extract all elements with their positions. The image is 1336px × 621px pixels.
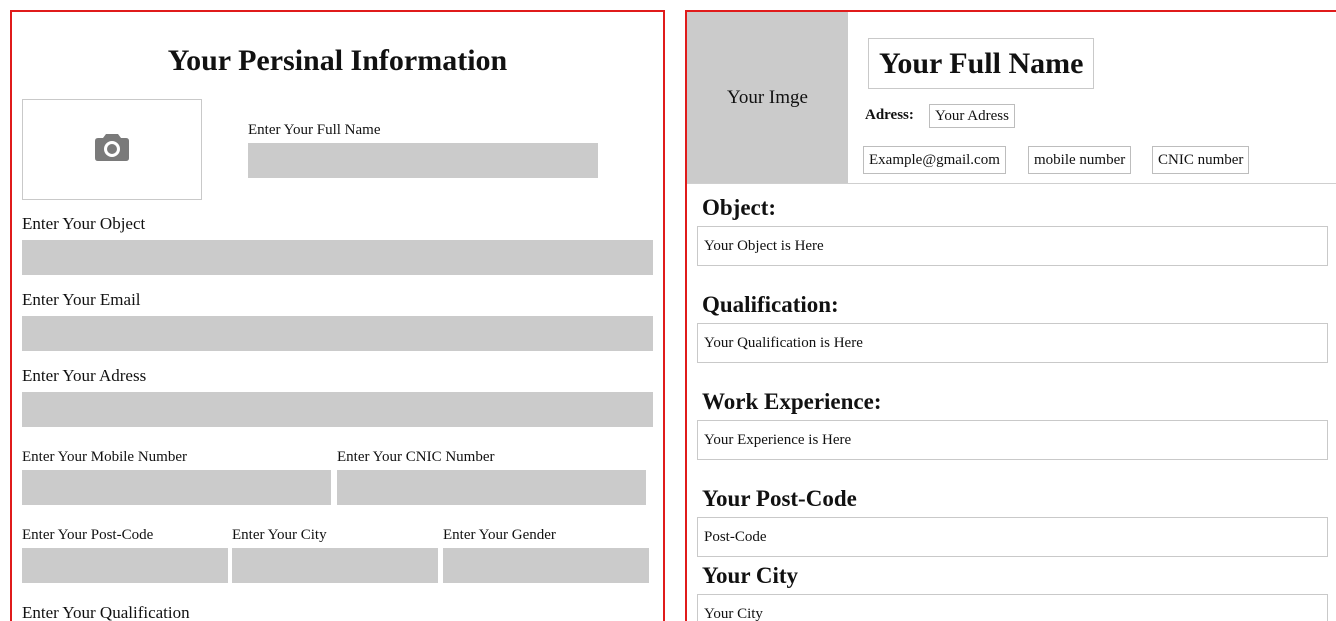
email-input[interactable] xyxy=(22,316,653,351)
cv-cnic: CNIC number xyxy=(1152,146,1250,174)
form-title: Your Persinal Information xyxy=(167,44,508,77)
cv-mobile: mobile number xyxy=(1028,146,1132,174)
mobile-input[interactable] xyxy=(22,470,331,505)
qualification-label: Enter Your Qualification xyxy=(22,603,190,621)
cv-preview: Your Imge Your Full Name Adress: Your Ad… xyxy=(685,10,1336,621)
cv-full-name: Your Full Name xyxy=(868,38,1095,89)
section-title-work-experience: Work Experience: xyxy=(702,389,882,414)
object-label: Enter Your Object xyxy=(22,214,146,233)
city-input[interactable] xyxy=(232,548,438,583)
full-name-label: Enter Your Full Name xyxy=(248,122,381,138)
adress-label: Enter Your Adress xyxy=(22,366,147,385)
section-content-work-experience: Your Experience is Here xyxy=(697,420,1328,460)
cv-header-divider xyxy=(687,183,1336,184)
section-content-city: Your City xyxy=(697,594,1328,621)
post-code-label: Enter Your Post-Code xyxy=(22,527,154,543)
adress-input[interactable] xyxy=(22,392,653,427)
gender-input[interactable] xyxy=(443,548,649,583)
cv-adress-label: Adress: xyxy=(865,107,914,123)
email-label: Enter Your Email xyxy=(22,290,141,309)
section-title-object: Object: xyxy=(702,195,777,220)
cv-image-placeholder: Your Imge xyxy=(687,12,848,183)
photo-upload[interactable] xyxy=(22,99,202,200)
city-label: Enter Your City xyxy=(232,527,327,543)
cnic-input[interactable] xyxy=(337,470,646,505)
post-code-input[interactable] xyxy=(22,548,228,583)
gender-label: Enter Your Gender xyxy=(443,527,556,543)
mobile-label: Enter Your Mobile Number xyxy=(22,449,187,465)
section-content-object: Your Object is Here xyxy=(697,226,1328,266)
cnic-label: Enter Your CNIC Number xyxy=(337,449,495,465)
section-title-qualification: Qualification: xyxy=(702,292,839,317)
camera-icon xyxy=(94,132,130,167)
section-title-city: Your City xyxy=(702,563,799,588)
section-content-post-code: Post-Code xyxy=(697,517,1328,557)
section-title-post-code: Your Post-Code xyxy=(702,486,857,511)
cv-adress: Your Adress xyxy=(929,104,1015,128)
cv-email: Example@gmail.com xyxy=(863,146,1006,174)
section-content-qualification: Your Qualification is Here xyxy=(697,323,1328,363)
object-input[interactable] xyxy=(22,240,653,275)
personal-info-form: Your Persinal Information Enter Your Ful… xyxy=(10,10,665,621)
full-name-input[interactable] xyxy=(248,143,598,178)
